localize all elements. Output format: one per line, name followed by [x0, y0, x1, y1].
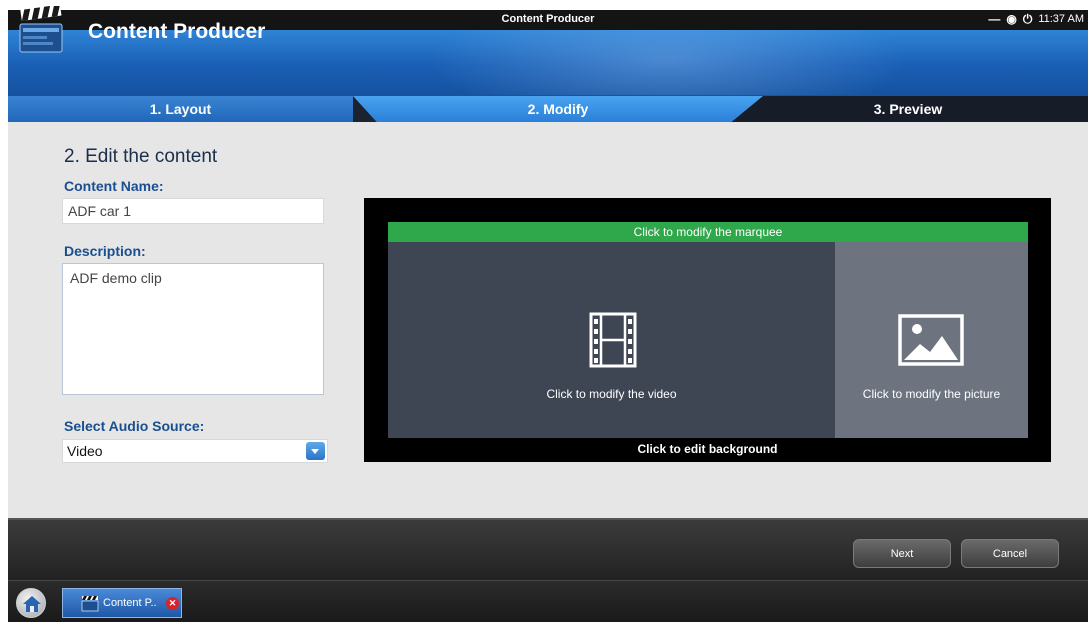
- description-label: Description:: [64, 243, 146, 259]
- step-layout[interactable]: 1. Layout: [8, 96, 353, 123]
- home-icon: [23, 596, 41, 612]
- clock: 11:37 AM: [1038, 13, 1084, 25]
- taskbar-app-label: Content P..: [103, 597, 157, 609]
- minimize-icon[interactable]: —: [988, 12, 1000, 26]
- wizard-steps: 1. Layout 3. Preview 2. Modify: [8, 95, 1088, 123]
- close-icon[interactable]: ✕: [166, 597, 179, 610]
- picture-zone[interactable]: Click to modify the picture: [835, 242, 1028, 438]
- image-icon: [898, 314, 964, 366]
- audio-source-value: Video: [67, 443, 103, 459]
- home-button[interactable]: [16, 588, 46, 618]
- marquee-zone[interactable]: Click to modify the marquee: [388, 222, 1028, 242]
- film-strip-icon: [589, 312, 637, 368]
- step-modify[interactable]: 2. Modify: [353, 96, 763, 123]
- description-textarea[interactable]: ADF demo clip: [62, 263, 324, 395]
- step-preview[interactable]: 3. Preview: [728, 96, 1088, 123]
- taskbar-app-content-producer[interactable]: Content P.. ✕: [62, 588, 182, 618]
- audio-source-label: Select Audio Source:: [64, 418, 205, 434]
- gear-icon[interactable]: ◉: [1006, 12, 1016, 26]
- chevron-down-icon[interactable]: [306, 442, 325, 460]
- picture-zone-label: Click to modify the picture: [862, 387, 1001, 401]
- content-name-label: Content Name:: [64, 178, 164, 194]
- video-zone-label: Click to modify the video: [546, 387, 677, 401]
- clapperboard-icon: [19, 6, 63, 53]
- background-zone-label[interactable]: Click to edit background: [364, 442, 1051, 456]
- app-name: Content Producer: [88, 20, 266, 43]
- page-heading: 2. Edit the content: [64, 146, 218, 167]
- clapperboard-icon: [81, 596, 99, 612]
- next-button[interactable]: Next: [853, 539, 951, 568]
- power-icon[interactable]: ⏻: [1023, 12, 1033, 26]
- video-zone[interactable]: Click to modify the video: [388, 242, 835, 438]
- audio-source-select[interactable]: Video: [62, 439, 328, 463]
- content-name-input[interactable]: ADF car 1: [62, 198, 324, 224]
- cancel-button[interactable]: Cancel: [961, 539, 1059, 568]
